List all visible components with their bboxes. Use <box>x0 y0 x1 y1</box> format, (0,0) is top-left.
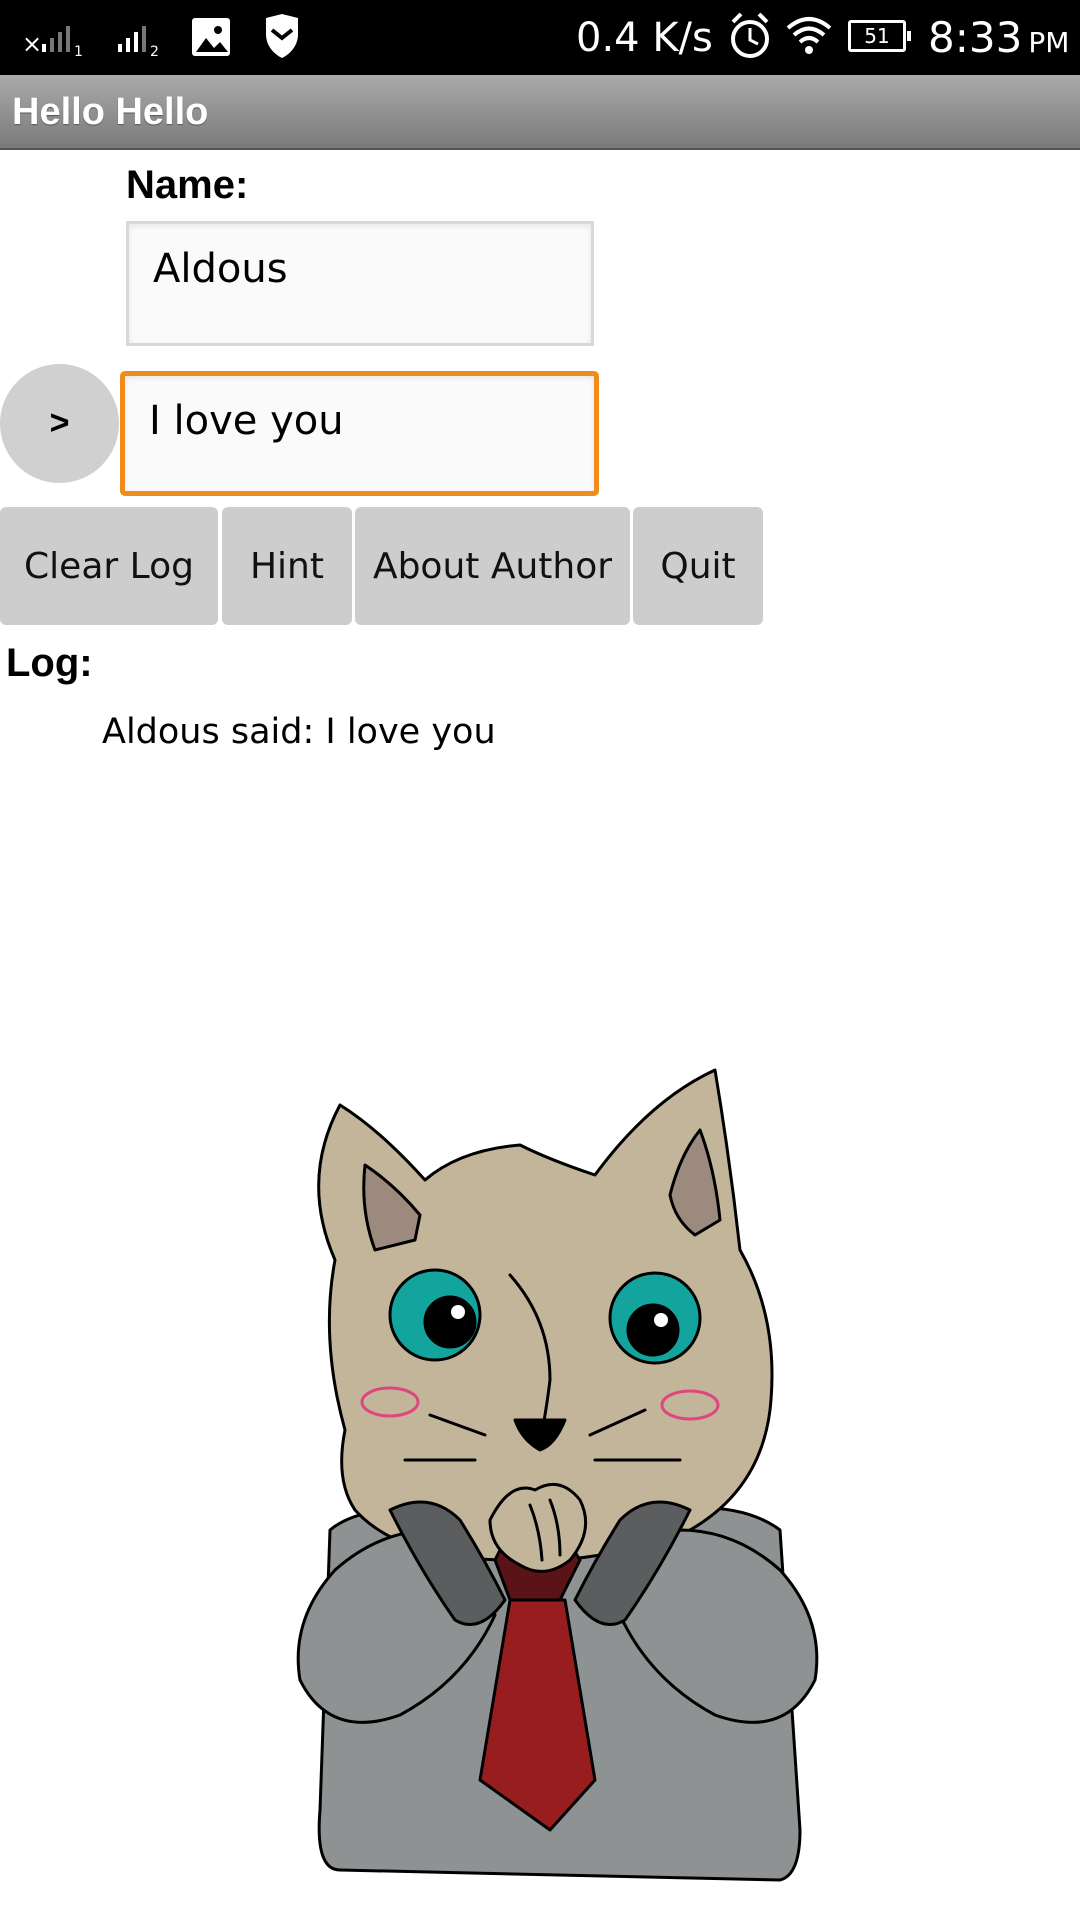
clock: 8:33 PM <box>928 0 1069 75</box>
battery-icon: 51 <box>848 20 911 52</box>
alarm-icon <box>731 12 769 58</box>
name-input[interactable]: Aldous <box>126 221 594 346</box>
clock-time: 8:33 <box>928 13 1023 62</box>
name-label: Name: <box>126 163 249 207</box>
action-bar: Hello Hello <box>0 75 1080 150</box>
signal-sim1-icon: × 1 <box>22 26 83 60</box>
clock-ampm: PM <box>1028 26 1070 59</box>
app-title: Hello Hello <box>12 91 209 133</box>
wifi-icon <box>786 17 832 54</box>
status-bar: × 1 2 0.4 K/s 51 8:33 PM <box>0 0 1080 75</box>
image-icon <box>192 18 230 56</box>
svg-text:2: 2 <box>150 44 159 60</box>
cat-illustration <box>296 1068 819 1882</box>
clear-log-button[interactable]: Clear Log <box>0 507 218 625</box>
svg-text:×: × <box>22 30 42 58</box>
message-input[interactable]: I love you <box>120 371 599 496</box>
send-button[interactable]: > <box>0 364 119 483</box>
shield-icon <box>266 14 298 58</box>
about-author-button[interactable]: About Author <box>355 507 630 625</box>
signal-sim2-icon: 2 <box>118 26 159 60</box>
log-label: Log: <box>6 641 93 685</box>
hint-button[interactable]: Hint <box>222 507 352 625</box>
svg-text:1: 1 <box>74 44 83 60</box>
log-entry: Aldous said: I love you <box>102 712 496 752</box>
app-screen: × 1 2 0.4 K/s 51 8:33 PM Hello Hello Nam… <box>0 0 1080 1920</box>
network-speed: 0.4 K/s <box>576 14 713 61</box>
quit-button[interactable]: Quit <box>633 507 763 625</box>
